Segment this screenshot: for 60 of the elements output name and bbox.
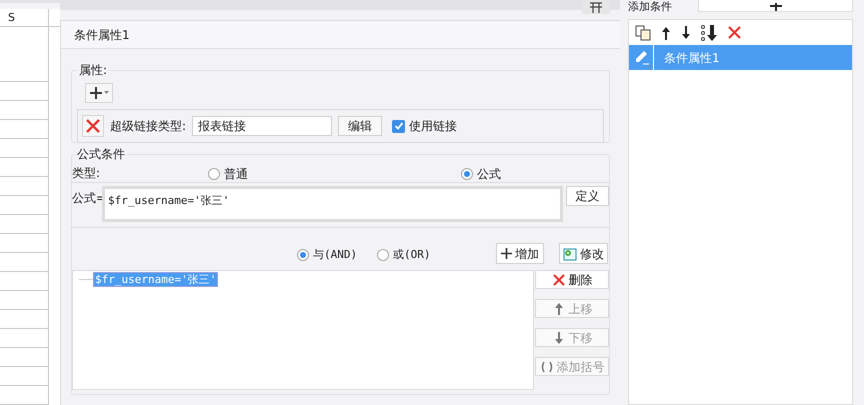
sheet-cell[interactable] <box>0 234 49 253</box>
sheet-cell[interactable] <box>0 82 49 101</box>
group-label: 公式条件 <box>76 146 126 163</box>
arrow-up-icon[interactable] <box>661 26 671 40</box>
close-icon <box>86 119 100 133</box>
sheet-cell[interactable] <box>0 367 49 386</box>
modify-button[interactable]: 修改 <box>559 243 608 264</box>
panel-title: 添加条件 <box>628 0 673 13</box>
use-link-checkbox[interactable] <box>392 120 406 132</box>
radio-label: 与(AND) <box>313 247 358 263</box>
group-label: 属性: <box>78 62 108 79</box>
plus-icon <box>501 248 512 259</box>
sheet-cell[interactable] <box>0 215 49 234</box>
sheet-cell[interactable] <box>0 139 49 158</box>
delete-icon[interactable] <box>728 26 741 39</box>
pencil-icon <box>634 50 648 65</box>
add-button[interactable] <box>698 0 853 12</box>
define-button[interactable]: 定义 <box>566 186 609 206</box>
sheet-cell[interactable] <box>0 386 49 405</box>
sheet-cell[interactable] <box>0 158 49 177</box>
radio-button[interactable] <box>297 249 309 262</box>
sheet-cell[interactable] <box>0 310 49 329</box>
add-condition-button[interactable]: 增加 <box>496 243 544 264</box>
radio-label: 普通 <box>224 166 248 183</box>
sheet-cell[interactable] <box>0 120 49 139</box>
brackets-icon <box>540 360 554 374</box>
move-to-bottom-icon[interactable] <box>701 24 718 40</box>
hyperlink-type-label: 超级链接类型: <box>110 118 186 135</box>
radio-button[interactable] <box>208 168 220 180</box>
sheet-cell[interactable] <box>0 348 49 367</box>
radio-button[interactable] <box>461 168 473 180</box>
sheet-cell[interactable] <box>0 27 49 82</box>
sheet-cell[interactable] <box>0 177 49 196</box>
caret-icon <box>104 91 109 95</box>
sheet-cell[interactable] <box>0 196 49 215</box>
plus-icon <box>89 86 103 100</box>
add-dropdown-button[interactable] <box>85 83 113 103</box>
edit-button[interactable]: 编辑 <box>338 116 382 136</box>
radio-label: 公式 <box>477 166 501 183</box>
tree-line <box>79 279 93 280</box>
radio-label: 或(OR) <box>393 247 430 263</box>
close-icon <box>552 272 566 286</box>
use-link-label: 使用链接 <box>409 118 458 135</box>
radio-button[interactable] <box>377 249 389 262</box>
hyperlink-type-field[interactable]: 报表链接 <box>192 116 332 136</box>
sheet-cell[interactable] <box>0 329 49 348</box>
sheet-cell[interactable] <box>0 101 49 120</box>
sheet-cell[interactable] <box>0 291 49 310</box>
item-label: 条件属性1 <box>663 50 720 66</box>
type-label: 类型: <box>72 164 100 182</box>
action-button[interactable]: 删除 <box>535 270 609 289</box>
arrow-down-icon[interactable] <box>681 26 691 40</box>
formula-field[interactable]: $fr_username='张三' <box>102 186 563 222</box>
copy-icon[interactable] <box>635 24 651 40</box>
sheet-cell[interactable] <box>0 272 49 291</box>
sheet-cell[interactable] <box>0 253 49 272</box>
plus-icon <box>770 3 782 11</box>
remove-button[interactable] <box>82 115 104 137</box>
column-header: S <box>0 9 49 26</box>
dialog-title: 条件属性1 <box>74 26 130 44</box>
